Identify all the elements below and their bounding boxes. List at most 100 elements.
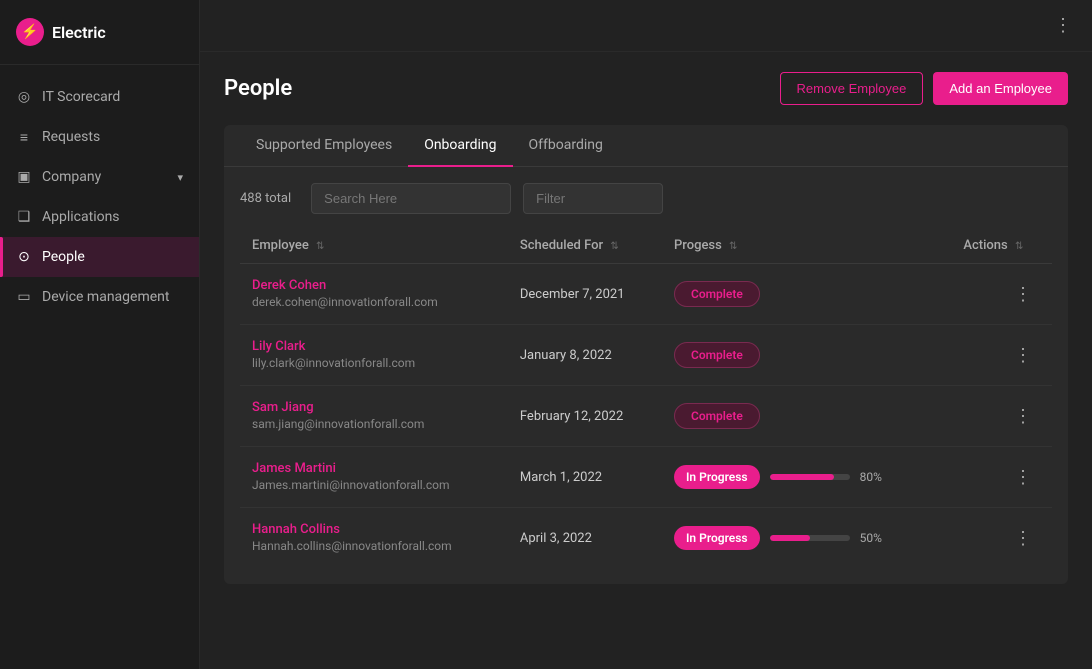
col-header-actions[interactable]: Actions ⇅ xyxy=(951,228,1052,264)
people-icon: ⊙ xyxy=(16,249,32,265)
scheduled-cell: December 7, 2021 xyxy=(508,264,662,325)
sidebar-item-company[interactable]: ▣Company▾ xyxy=(0,157,199,197)
sidebar-label-requests: Requests xyxy=(42,129,100,145)
filter-input[interactable] xyxy=(523,183,663,214)
employee-name[interactable]: Derek Cohen xyxy=(252,278,496,293)
row-actions-menu[interactable]: ⋮ xyxy=(1006,341,1040,370)
logo[interactable]: ⚡ Electric xyxy=(0,0,199,65)
scheduled-date: December 7, 2021 xyxy=(520,287,625,302)
people-card: Supported EmployeesOnboardingOffboarding… xyxy=(224,125,1068,584)
table-controls: 488 total xyxy=(240,183,1052,214)
scheduled-cell: April 3, 2022 xyxy=(508,508,662,569)
table-row: Lily Clark lily.clark@innovationforall.co… xyxy=(240,325,1052,386)
scheduled-cell: January 8, 2022 xyxy=(508,325,662,386)
sort-icon: ⇅ xyxy=(610,241,618,252)
progress-cell: In Progress 80% xyxy=(662,447,951,508)
status-badge: In Progress xyxy=(674,465,760,489)
sidebar-item-device-management[interactable]: ▭ Device management xyxy=(0,277,199,317)
page-title: People xyxy=(224,76,292,101)
table-row: Derek Cohen derek.cohen@innovationforall.… xyxy=(240,264,1052,325)
progress-label: 80% xyxy=(860,470,892,484)
row-actions-menu[interactable]: ⋮ xyxy=(1006,463,1040,492)
sidebar-item-people[interactable]: ⊙ People xyxy=(0,237,199,277)
employees-table: Employee ⇅Scheduled For ⇅Progess ⇅Action… xyxy=(240,228,1052,568)
col-header-scheduled_for[interactable]: Scheduled For ⇅ xyxy=(508,228,662,264)
col-header-progress[interactable]: Progess ⇅ xyxy=(662,228,951,264)
progress-cell: Complete xyxy=(662,386,951,447)
sidebar: ⚡ Electric ◎ IT Scorecard ≡Requests▣Compan… xyxy=(0,0,200,669)
tab-supported[interactable]: Supported Employees xyxy=(240,125,408,167)
employee-email: lily.clark@innovationforall.com xyxy=(252,356,415,370)
topbar: ⋮ xyxy=(200,0,1092,52)
tabs: Supported EmployeesOnboardingOffboarding xyxy=(224,125,1068,167)
sort-icon: ⇅ xyxy=(729,241,737,252)
total-count: 488 total xyxy=(240,191,291,206)
employee-name[interactable]: Sam Jiang xyxy=(252,400,496,415)
header-row: Employee ⇅Scheduled For ⇅Progess ⇅Action… xyxy=(240,228,1052,264)
table-row: Sam Jiang sam.jiang@innovationforall.com F… xyxy=(240,386,1052,447)
sidebar-label-people: People xyxy=(42,249,85,265)
scheduled-date: February 12, 2022 xyxy=(520,409,623,424)
employee-email: Hannah.collins@innovationforall.com xyxy=(252,539,452,553)
company-icon: ▣ xyxy=(16,169,32,185)
sidebar-label-applications: Applications xyxy=(42,209,120,225)
employee-email: derek.cohen@innovationforall.com xyxy=(252,295,438,309)
progress-cell: In Progress 50% xyxy=(662,508,951,569)
actions-cell: ⋮ xyxy=(951,386,1052,447)
status-badge: Complete xyxy=(674,342,760,368)
add-employee-button[interactable]: Add an Employee xyxy=(933,72,1068,105)
sidebar-label-device-management: Device management xyxy=(42,289,169,305)
employee-email: James.martini@innovationforall.com xyxy=(252,478,449,492)
sidebar-item-it-scorecard[interactable]: ◎ IT Scorecard xyxy=(0,77,199,117)
active-accent xyxy=(0,237,3,277)
employee-cell: Lily Clark lily.clark@innovationforall.co… xyxy=(240,325,508,386)
employee-cell: Hannah Collins Hannah.collins@innovationf… xyxy=(240,508,508,569)
progress-cell: Complete xyxy=(662,264,951,325)
tab-offboarding[interactable]: Offboarding xyxy=(513,125,619,167)
table-area: 488 total Employee ⇅Scheduled For ⇅Proge… xyxy=(224,167,1068,584)
scheduled-cell: March 1, 2022 xyxy=(508,447,662,508)
page-header: People Remove Employee Add an Employee xyxy=(224,72,1068,105)
col-header-employee[interactable]: Employee ⇅ xyxy=(240,228,508,264)
employee-name[interactable]: Lily Clark xyxy=(252,339,496,354)
remove-employee-button[interactable]: Remove Employee xyxy=(780,72,924,105)
applications-icon: ❑ xyxy=(16,209,32,225)
tab-onboarding[interactable]: Onboarding xyxy=(408,125,512,167)
sidebar-label-it-scorecard: IT Scorecard xyxy=(42,89,120,105)
employee-cell: Sam Jiang sam.jiang@innovationforall.com xyxy=(240,386,508,447)
actions-cell: ⋮ xyxy=(951,264,1052,325)
row-actions-menu[interactable]: ⋮ xyxy=(1006,524,1040,553)
progress-bar xyxy=(770,474,850,480)
more-options-icon[interactable]: ⋮ xyxy=(1054,15,1072,36)
table-row: Hannah Collins Hannah.collins@innovationf… xyxy=(240,508,1052,569)
table-header: Employee ⇅Scheduled For ⇅Progess ⇅Action… xyxy=(240,228,1052,264)
progress-cell: Complete xyxy=(662,325,951,386)
device-management-icon: ▭ xyxy=(16,289,32,305)
employee-name[interactable]: James Martini xyxy=(252,461,496,476)
status-badge: Complete xyxy=(674,403,760,429)
table-body: Derek Cohen derek.cohen@innovationforall.… xyxy=(240,264,1052,569)
progress-fill xyxy=(770,535,810,541)
progress-fill xyxy=(770,474,834,480)
page-content: People Remove Employee Add an Employee S… xyxy=(200,52,1092,669)
chevron-down-icon: ▾ xyxy=(177,171,183,184)
status-badge: In Progress xyxy=(674,526,760,550)
employee-cell: Derek Cohen derek.cohen@innovationforall.… xyxy=(240,264,508,325)
employee-email: sam.jiang@innovationforall.com xyxy=(252,417,424,431)
scheduled-date: April 3, 2022 xyxy=(520,531,592,546)
sidebar-item-applications[interactable]: ❑ Applications xyxy=(0,197,199,237)
sidebar-nav: ◎ IT Scorecard ≡Requests▣Company▾ ❑ Applicat… xyxy=(0,65,199,669)
table-row: James Martini James.martini@innovationfor… xyxy=(240,447,1052,508)
progress-label: 50% xyxy=(860,531,892,545)
employee-cell: James Martini James.martini@innovationfor… xyxy=(240,447,508,508)
it-scorecard-icon: ◎ xyxy=(16,89,32,105)
sort-icon: ⇅ xyxy=(316,241,324,252)
row-actions-menu[interactable]: ⋮ xyxy=(1006,280,1040,309)
scheduled-cell: February 12, 2022 xyxy=(508,386,662,447)
sidebar-item-requests[interactable]: ≡Requests xyxy=(0,117,199,157)
main-content: ⋮ People Remove Employee Add an Employee… xyxy=(200,0,1092,669)
actions-cell: ⋮ xyxy=(951,447,1052,508)
search-input[interactable] xyxy=(311,183,511,214)
row-actions-menu[interactable]: ⋮ xyxy=(1006,402,1040,431)
employee-name[interactable]: Hannah Collins xyxy=(252,522,496,537)
